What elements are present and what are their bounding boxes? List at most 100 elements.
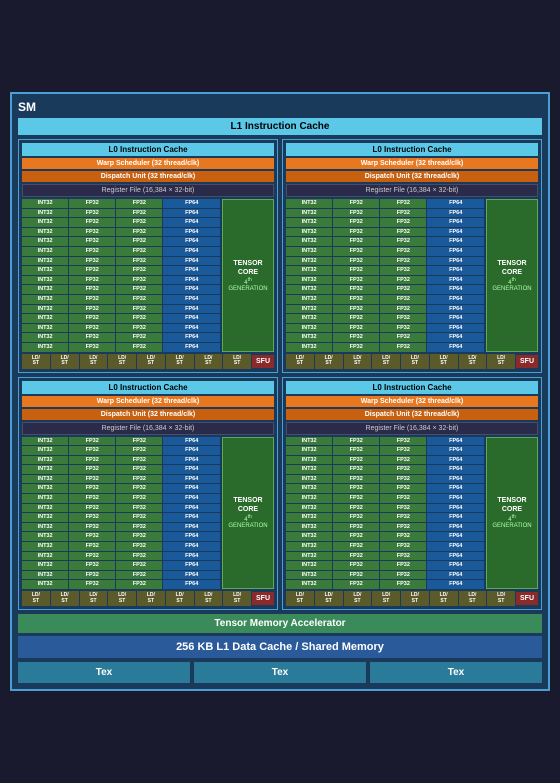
register-file-br: Register File (16,384 × 32-bit)	[286, 422, 538, 435]
fp64: FP64	[427, 343, 484, 352]
tensor-core-text-bl: TENSOR CORE	[225, 496, 271, 514]
fp32a: FP32	[333, 295, 379, 304]
ld-st-7: LD/ST	[195, 354, 223, 369]
fp32b: FP32	[116, 333, 162, 342]
int32: INT32	[22, 247, 68, 256]
int32: INT32	[286, 228, 332, 237]
int32: INT32	[22, 542, 68, 551]
fp64: FP64	[163, 571, 220, 580]
int32: INT32	[22, 561, 68, 570]
fp64: FP64	[163, 475, 220, 484]
ld-st-5: LD/ST	[137, 354, 165, 369]
fp32b: FP32	[116, 266, 162, 275]
ld-st-3: LD/ST	[344, 354, 372, 369]
fp32a: FP32	[69, 295, 115, 304]
fp64: FP64	[427, 228, 484, 237]
fp32a: FP32	[69, 343, 115, 352]
fp64: FP64	[427, 285, 484, 294]
fp32b: FP32	[380, 504, 426, 513]
int32: INT32	[22, 305, 68, 314]
ld-st-3: LD/ST	[80, 591, 108, 606]
fp32a: FP32	[333, 561, 379, 570]
int32: INT32	[286, 437, 332, 446]
fp64: FP64	[427, 266, 484, 275]
int32: INT32	[286, 276, 332, 285]
fp32b: FP32	[116, 465, 162, 474]
int32: INT32	[286, 561, 332, 570]
tensor-core-tl: TENSOR CORE 4th GENERATION	[222, 199, 274, 352]
fp64: FP64	[427, 513, 484, 522]
fp64: FP64	[427, 324, 484, 333]
int32: INT32	[286, 513, 332, 522]
fp64: FP64	[427, 552, 484, 561]
fp32a: FP32	[69, 552, 115, 561]
fp32b: FP32	[116, 228, 162, 237]
int32: INT32	[22, 437, 68, 446]
top-quadrants-row: L0 Instruction Cache Warp Scheduler (32 …	[18, 139, 542, 373]
fp64: FP64	[163, 237, 220, 246]
fp32a: FP32	[69, 266, 115, 275]
compute-area-br: INT32FP32FP32FP64 INT32FP32FP32FP64 INT3…	[286, 437, 538, 590]
fp32a: FP32	[69, 218, 115, 227]
fp64: FP64	[427, 305, 484, 314]
fp64: FP64	[427, 542, 484, 551]
fp32a: FP32	[69, 494, 115, 503]
int32: INT32	[286, 580, 332, 589]
ld-st-2: LD/ST	[315, 354, 343, 369]
ld-st-2: LD/ST	[51, 591, 79, 606]
int32: INT32	[286, 324, 332, 333]
fp64: FP64	[163, 542, 220, 551]
int-fp-grid-tr: INT32FP32FP32FP64 INT32FP32FP32FP64 INT3…	[286, 199, 484, 352]
fp32a: FP32	[333, 237, 379, 246]
fp32b: FP32	[116, 285, 162, 294]
fp32b: FP32	[116, 343, 162, 352]
ld-st-row-tr: LD/ST LD/ST LD/ST LD/ST LD/ST LD/ST LD/S…	[286, 354, 538, 369]
fp32b: FP32	[116, 199, 162, 208]
dispatch-unit-tl: Dispatch Unit (32 thread/clk)	[22, 171, 274, 182]
ld-st-8: LD/ST	[223, 354, 251, 369]
fp32b: FP32	[116, 532, 162, 541]
fp32b: FP32	[116, 513, 162, 522]
quadrant-top-left: L0 Instruction Cache Warp Scheduler (32 …	[18, 139, 278, 373]
int32: INT32	[286, 523, 332, 532]
fp32a: FP32	[333, 446, 379, 455]
int32: INT32	[286, 484, 332, 493]
fp64: FP64	[163, 580, 220, 589]
fp32a: FP32	[333, 199, 379, 208]
warp-scheduler-tr: Warp Scheduler (32 thread/clk)	[286, 158, 538, 169]
sm-container: SM L1 Instruction Cache L0 Instruction C…	[10, 92, 550, 691]
fp32b: FP32	[380, 552, 426, 561]
tensor-core-gen-tr: 4th GENERATION	[489, 277, 535, 292]
fp32a: FP32	[333, 571, 379, 580]
int32: INT32	[286, 247, 332, 256]
fp32b: FP32	[380, 561, 426, 570]
fp64: FP64	[427, 209, 484, 218]
int32: INT32	[286, 237, 332, 246]
int32: INT32	[22, 580, 68, 589]
fp64: FP64	[427, 571, 484, 580]
fp32a: FP32	[69, 561, 115, 570]
fp64: FP64	[427, 523, 484, 532]
sfu-tl: SFU	[252, 355, 274, 368]
fp64: FP64	[427, 456, 484, 465]
ld-st-2: LD/ST	[315, 591, 343, 606]
fp32b: FP32	[380, 237, 426, 246]
l0-cache-br: L0 Instruction Cache	[286, 381, 538, 394]
int32: INT32	[22, 285, 68, 294]
fp32b: FP32	[116, 295, 162, 304]
fp32b: FP32	[380, 228, 426, 237]
fp64: FP64	[427, 475, 484, 484]
int32: INT32	[286, 199, 332, 208]
fp32a: FP32	[333, 247, 379, 256]
tex-row: Tex Tex Tex	[18, 662, 542, 683]
fp32a: FP32	[69, 199, 115, 208]
l0-cache-tl: L0 Instruction Cache	[22, 143, 274, 156]
fp32a: FP32	[333, 324, 379, 333]
fp32b: FP32	[380, 513, 426, 522]
ld-st-1: LD/ST	[286, 354, 314, 369]
fp32a: FP32	[69, 305, 115, 314]
fp64: FP64	[163, 218, 220, 227]
int32: INT32	[286, 257, 332, 266]
fp32b: FP32	[116, 314, 162, 323]
fp64: FP64	[163, 437, 220, 446]
